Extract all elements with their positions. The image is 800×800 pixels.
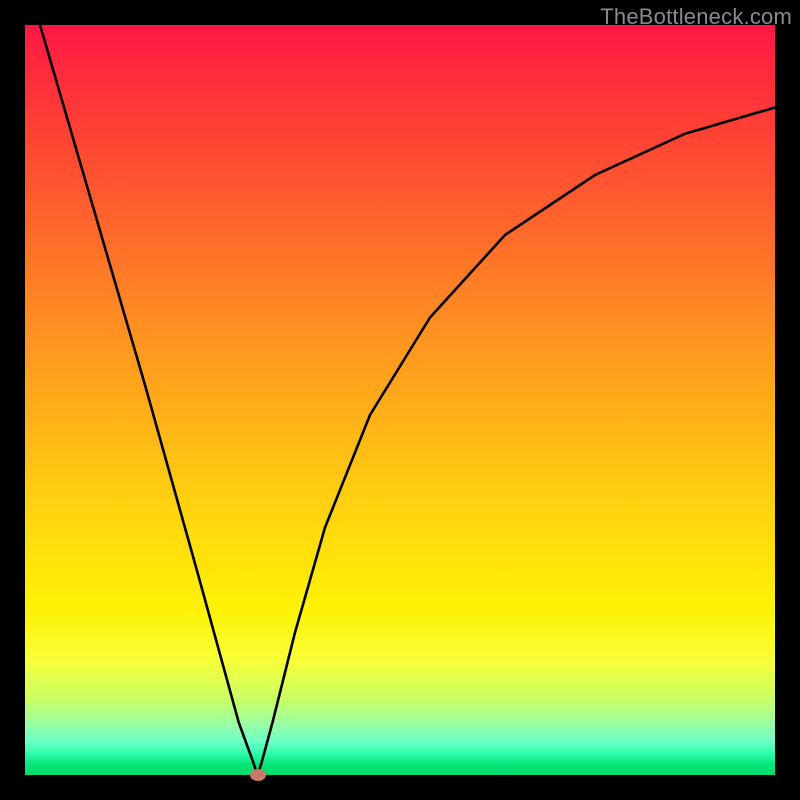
- minimum-marker: [250, 769, 266, 781]
- bottleneck-curve: [25, 25, 775, 775]
- chart-plot-area: [25, 25, 775, 775]
